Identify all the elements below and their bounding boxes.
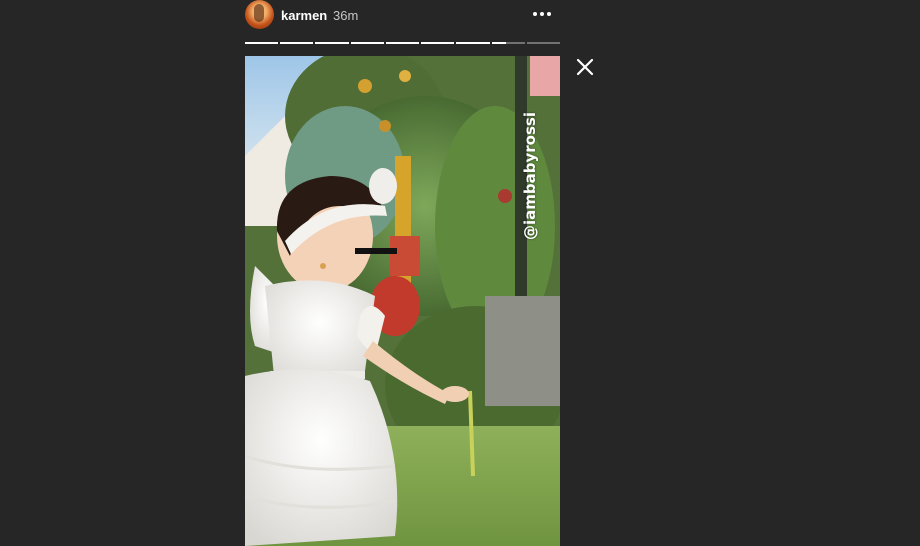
progress-fill bbox=[385, 42, 420, 44]
timestamp: 36m bbox=[333, 8, 359, 23]
close-icon[interactable] bbox=[574, 56, 596, 78]
story-progress-bar bbox=[245, 42, 560, 45]
progress-segment bbox=[526, 42, 560, 44]
progress-fill bbox=[245, 42, 279, 44]
progress-fill bbox=[491, 42, 507, 44]
story-image[interactable] bbox=[245, 56, 560, 546]
mention-text: @iambabyrossi bbox=[521, 112, 539, 240]
progress-fill bbox=[280, 42, 314, 44]
username[interactable]: karmen bbox=[281, 8, 327, 23]
mention-sticker[interactable]: @iambabyrossi bbox=[514, 56, 546, 296]
progress-segment bbox=[350, 42, 384, 44]
progress-segment bbox=[245, 42, 279, 44]
progress-fill bbox=[350, 42, 384, 44]
progress-segment bbox=[421, 42, 455, 44]
story-photo bbox=[245, 56, 560, 546]
story-header: karmen 36m bbox=[245, 0, 560, 30]
progress-segment bbox=[491, 42, 525, 44]
progress-segment bbox=[385, 42, 420, 44]
progress-segment bbox=[315, 42, 349, 44]
avatar[interactable] bbox=[245, 0, 274, 29]
progress-segment bbox=[280, 42, 314, 44]
progress-segment bbox=[456, 42, 490, 44]
progress-fill bbox=[315, 42, 349, 44]
progress-fill bbox=[421, 42, 455, 44]
more-options-icon[interactable] bbox=[529, 3, 555, 25]
progress-fill bbox=[456, 42, 490, 44]
